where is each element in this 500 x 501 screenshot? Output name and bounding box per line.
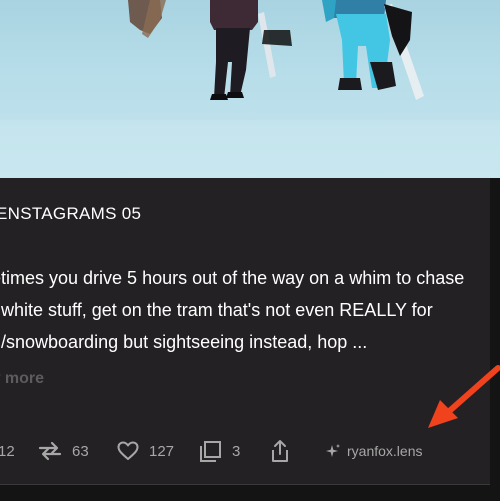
post-body: etimes you drive 5 hours out of the way … [0,262,500,358]
like-button[interactable]: 127 [117,436,174,466]
reply-count: 12 [0,442,15,460]
share-button[interactable] [270,436,290,466]
stacked-squares-icon [200,440,221,462]
post-title: ENSTAGRAMS 05 [0,204,142,223]
collection-count: 3 [232,442,241,460]
repost-button[interactable]: 63 [38,436,89,466]
heart-icon [117,441,139,460]
post-body-line: etimes you drive 5 hours out of the way … [0,268,465,288]
card-bottom-edge [0,484,490,501]
repost-arrows-icon [38,441,62,461]
collection-button[interactable]: 3 [199,436,240,466]
post-action-bar: 12 63 127 3 ryanfox.lens [0,436,490,466]
like-count: 127 [149,442,175,460]
source-tag[interactable]: ryanfox.lens [325,436,422,466]
annotation-arrow-icon [428,365,500,428]
post-body-line: g/snowboarding but sightseeing instead, … [0,332,368,352]
post-body-line: t white stuff, get on the tram that's no… [0,300,433,320]
reply-action[interactable]: 12 [0,436,15,466]
show-more-link[interactable]: w more [0,370,44,388]
share-icon [272,440,288,462]
source-tag-label: ryanfox.lens [347,443,423,459]
sparkle-icon [326,444,340,457]
post-photo[interactable] [0,0,500,178]
repost-count: 63 [72,442,89,460]
snowboarders-photo [0,0,500,178]
